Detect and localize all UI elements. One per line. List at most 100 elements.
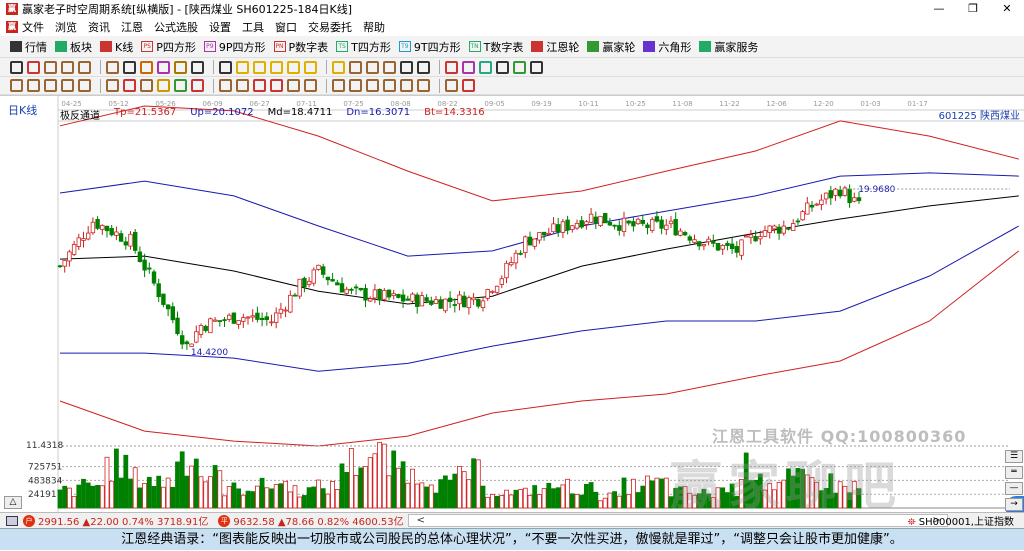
tb2-tool-icon[interactable] — [349, 60, 362, 74]
tb3-tool-icon[interactable] — [191, 79, 204, 92]
menu-window[interactable]: 窗口 — [275, 19, 297, 35]
tb3-tool-icon[interactable] — [174, 79, 187, 92]
tb2-tool-icon[interactable] — [304, 60, 317, 74]
tb2-tool-icon[interactable] — [219, 60, 232, 74]
toolbar-button-2[interactable]: K线 — [100, 39, 133, 55]
layout-3-button[interactable]: ☰ — [1005, 450, 1023, 463]
tb3-tool-icon[interactable] — [106, 79, 119, 92]
tb2-tool-icon[interactable] — [366, 60, 379, 74]
menu-formula[interactable]: 公式选股 — [154, 19, 198, 35]
tb2-tool-icon[interactable] — [236, 60, 249, 74]
next-button[interactable]: → — [1005, 498, 1023, 511]
volume-bar — [62, 485, 68, 509]
minimize-button[interactable]: — — [922, 0, 956, 18]
volume-bar — [151, 486, 157, 509]
tb3-tool-icon[interactable] — [366, 79, 379, 92]
tb3-tool-icon[interactable] — [304, 79, 317, 92]
volume-bar — [466, 479, 472, 509]
tb3-tool-icon[interactable] — [270, 79, 283, 92]
quotes-grid-icon[interactable] — [6, 515, 18, 526]
menu-gann[interactable]: 江恩 — [121, 19, 143, 35]
menu-help[interactable]: 帮助 — [363, 19, 385, 35]
tb3-tool-icon[interactable] — [10, 79, 23, 92]
layout-2-button[interactable]: ═ — [1005, 466, 1023, 479]
tb3-tool-icon[interactable] — [417, 79, 430, 92]
tb2-tool-icon[interactable] — [400, 60, 413, 74]
expand-up-button[interactable]: △ — [4, 496, 22, 509]
candle-body — [541, 231, 547, 236]
menu-trade[interactable]: 交易委托 — [308, 19, 352, 35]
tb3-tool-icon[interactable] — [61, 79, 74, 92]
tb2-tool-icon[interactable] — [417, 60, 430, 74]
toolbar-button-0[interactable]: 行情 — [10, 39, 47, 55]
tb2-tool-icon[interactable] — [44, 60, 57, 74]
tb2-tool-icon[interactable] — [174, 60, 187, 74]
toolbar-button-3[interactable]: PS P四方形 — [141, 39, 196, 55]
tb2-tool-icon[interactable] — [287, 60, 300, 74]
maximize-button[interactable]: ❐ — [956, 0, 990, 18]
horizontal-scrollbar[interactable]: < > — [407, 514, 948, 527]
tb3-tool-icon[interactable] — [349, 79, 362, 92]
tb3-tool-icon[interactable] — [445, 79, 458, 92]
tb3-tool-icon[interactable] — [253, 79, 266, 92]
tb3-tool-icon[interactable] — [78, 79, 91, 92]
toolbar-button-6[interactable]: TS T四方形 — [336, 39, 391, 55]
toolbar-button-5[interactable]: PN P数字表 — [273, 39, 328, 55]
tb3-tool-icon[interactable] — [383, 79, 396, 92]
menu-file[interactable]: 文件 — [22, 19, 44, 35]
toolbar-button-1[interactable]: 板块 — [55, 39, 92, 55]
tb2-tool-icon[interactable] — [383, 60, 396, 74]
tb2-tool-icon[interactable] — [253, 60, 266, 74]
tb3-tool-icon[interactable] — [236, 79, 249, 92]
tb2-tool-icon[interactable] — [445, 60, 458, 74]
volume-bar — [104, 456, 110, 509]
tb2-tool-icon[interactable] — [462, 60, 475, 74]
menu-browse[interactable]: 浏览 — [55, 19, 77, 35]
tb2-tool-icon[interactable] — [157, 60, 170, 74]
tb2-tool-icon[interactable] — [106, 60, 119, 74]
tb2-tool-icon[interactable] — [140, 60, 153, 74]
menu-tools[interactable]: 工具 — [242, 19, 264, 35]
tb3-tool-icon[interactable] — [219, 79, 232, 92]
toolbar-button-10[interactable]: 赢家轮 — [587, 39, 635, 55]
close-button[interactable]: ✕ — [990, 0, 1024, 18]
tb3-tool-icon[interactable] — [140, 79, 153, 92]
candle-body — [532, 238, 537, 247]
tb3-tool-icon[interactable] — [44, 79, 57, 92]
tb2-tool-icon[interactable] — [496, 60, 509, 74]
candle-body — [744, 235, 749, 238]
tb3-tool-icon[interactable] — [287, 79, 300, 92]
tb2-tool-icon[interactable] — [513, 60, 526, 74]
tb3-tool-icon[interactable] — [123, 79, 136, 92]
tb2-tool-icon[interactable] — [123, 60, 136, 74]
tb2-tool-icon[interactable] — [78, 60, 91, 74]
tb2-tool-icon[interactable] — [10, 60, 23, 74]
toolbar-button-12[interactable]: 赢家服务 — [699, 39, 758, 55]
menu-settings[interactable]: 设置 — [209, 19, 231, 35]
tb2-tool-icon[interactable] — [27, 60, 40, 74]
scroll-left-button[interactable]: < — [417, 515, 425, 526]
tb2-tool-icon[interactable] — [61, 60, 74, 74]
tb3-tool-icon[interactable] — [27, 79, 40, 92]
layout-1-button[interactable]: — — [1005, 482, 1023, 495]
candle-body — [551, 223, 556, 233]
tb2-tool-icon[interactable] — [270, 60, 283, 74]
tb3-tool-icon[interactable] — [332, 79, 345, 92]
toolbar-button-4[interactable]: P9 9P四方形 — [203, 39, 266, 55]
toolbar-button-9[interactable]: 江恩轮 — [531, 39, 579, 55]
menu-news[interactable]: 资讯 — [88, 19, 110, 35]
tb2-tool-icon[interactable] — [479, 60, 492, 74]
tb3-tool-icon[interactable] — [400, 79, 413, 92]
toolbar-button-7[interactable]: T9 9T四方形 — [398, 39, 461, 55]
tb2-tool-icon[interactable] — [191, 60, 204, 74]
tb3-tool-icon[interactable] — [157, 79, 170, 92]
kline-chart-panel[interactable]: 04-25 05-12 05-26 06-09 06-27 07-11 07-25 08-08… — [0, 95, 1024, 520]
tb2-tool-icon[interactable] — [332, 60, 345, 74]
volume-bar — [569, 493, 575, 509]
toolbar-button-8[interactable]: TN T数字表 — [468, 39, 523, 55]
blocks-icon — [55, 41, 67, 52]
tb2-tool-icon[interactable] — [530, 60, 543, 74]
volume-bar — [626, 494, 632, 509]
tb3-tool-icon[interactable] — [462, 79, 475, 92]
toolbar-button-11[interactable]: 六角形 — [643, 39, 691, 55]
